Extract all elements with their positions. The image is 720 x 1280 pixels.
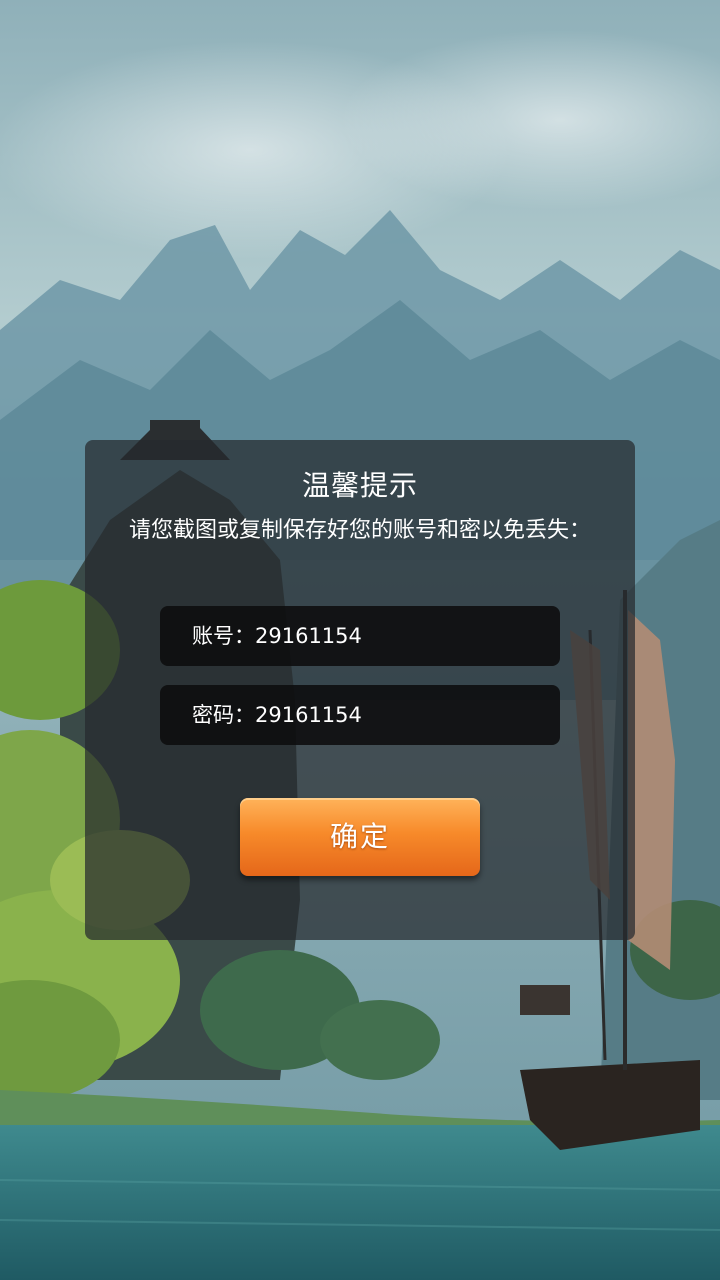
password-label: 密码： (192, 703, 255, 727)
login-info-screen: 温馨提示 请您截图或复制保存好您的账号和密以免丢失： 账号：29161154 密… (0, 0, 720, 1280)
account-value: 29161154 (255, 624, 362, 648)
account-field: 账号：29161154 (160, 606, 560, 666)
account-label: 账号： (192, 624, 255, 648)
dialog-title: 温馨提示 (301, 469, 418, 502)
confirm-button[interactable]: 确定 (240, 798, 480, 876)
password-field: 密码：29161154 (160, 685, 560, 745)
password-value: 29161154 (255, 703, 362, 727)
dialog-message: 请您截图或复制保存好您的账号和密以免丢失： (128, 518, 591, 543)
